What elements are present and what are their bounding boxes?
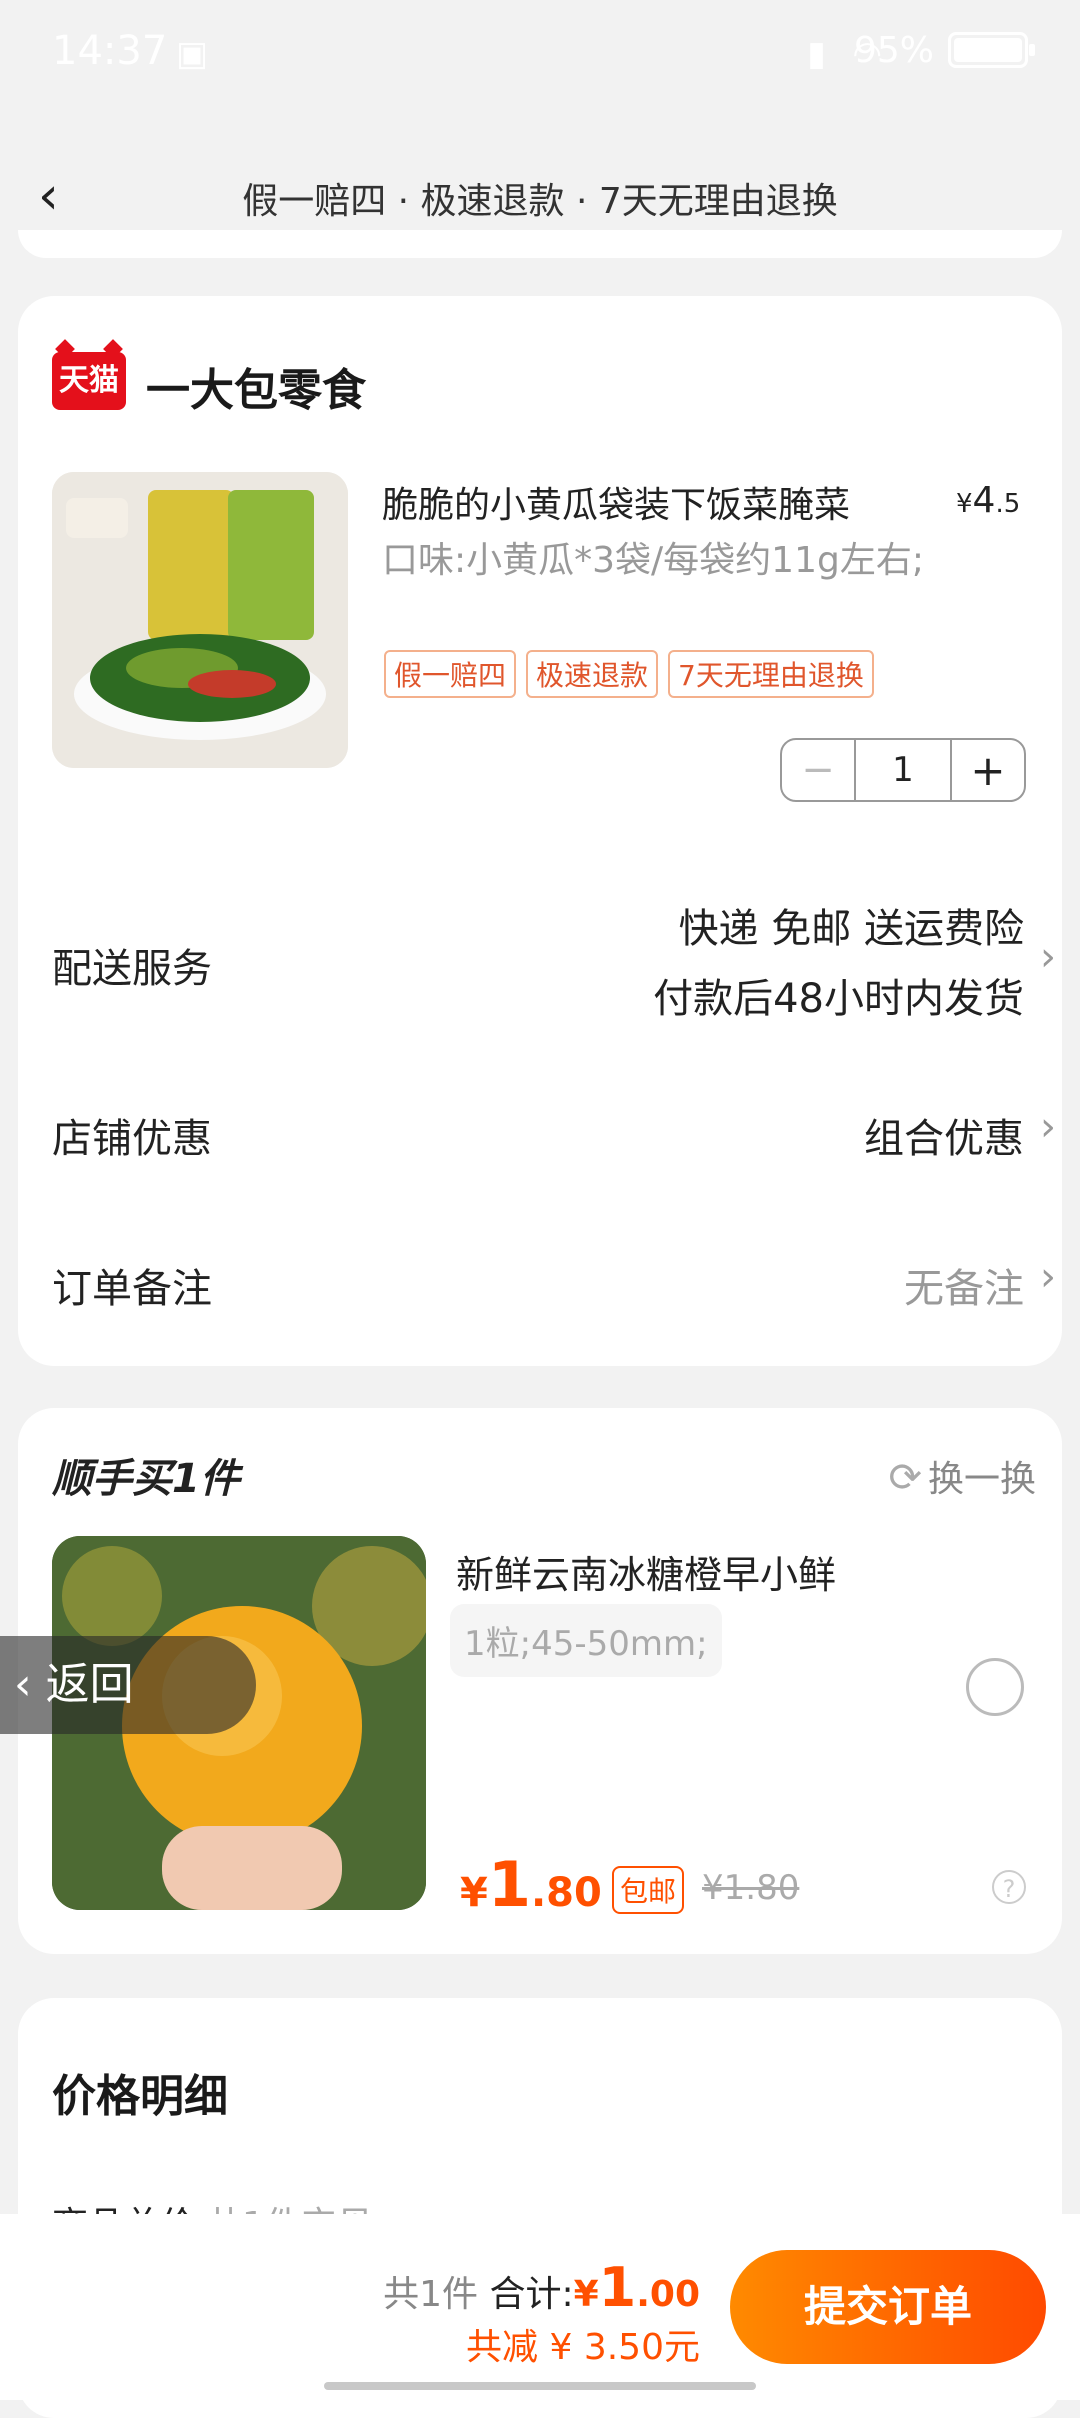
product-image[interactable] [52, 472, 348, 768]
notification-icon: ▣ [176, 34, 209, 74]
floating-back-button[interactable]: ‹ 返回 [0, 1636, 256, 1734]
quantity-value[interactable]: 1 [856, 740, 952, 800]
increase-button[interactable]: + [952, 740, 1024, 800]
tmall-logo: 天猫 [52, 352, 126, 410]
addon-original-price: ¥1.80 [702, 1868, 800, 1908]
delivery-line-1[interactable]: 快递 免邮 送运费险 [679, 896, 1024, 954]
service-tag: 假一赔四 [384, 650, 517, 698]
chevron-right-icon[interactable]: › [1040, 1104, 1056, 1150]
shop-name[interactable]: 一大包零食 [146, 354, 366, 418]
decrease-button[interactable]: − [782, 740, 856, 800]
submit-order-button[interactable]: 提交订单 [730, 2250, 1046, 2364]
refresh-icon: ⟳ [888, 1455, 922, 1501]
price-detail-title: 价格明细 [52, 2071, 228, 2122]
free-shipping-tag: 包邮 [612, 1866, 685, 1914]
service-tags: 假一赔四 极速退款 7天无理由退换 [384, 650, 874, 698]
product-spec[interactable]: 口味:小黄瓜*3袋/每袋约11g左右; [382, 534, 942, 588]
sim-icon: ▮ [807, 34, 826, 74]
product-title[interactable]: 脆脆的小黄瓜袋装下饭菜腌菜 [382, 476, 850, 528]
addon-title: 顺手买1件 [52, 1456, 240, 1502]
home-indicator[interactable] [324, 2382, 756, 2390]
swap-button[interactable]: ⟳ 换一换 [888, 1450, 1036, 1502]
order-total: 共1件 合计:¥1.00 [383, 2256, 700, 2319]
status-time: 14:37 [52, 28, 168, 74]
addon-select-radio[interactable] [966, 1658, 1024, 1716]
order-card [18, 296, 1062, 1366]
service-tag: 极速退款 [526, 650, 659, 698]
delivery-label: 配送服务 [52, 946, 212, 992]
battery-icon [948, 32, 1035, 68]
addon-product-spec[interactable]: 1粒;45-50mm; [450, 1604, 722, 1677]
quantity-stepper: − 1 + [780, 738, 1026, 802]
shop-discount-value[interactable]: 组合优惠 [864, 1106, 1024, 1164]
service-tag: 7天无理由退换 [668, 650, 874, 698]
order-note-label: 订单备注 [52, 1266, 212, 1312]
delivery-line-2[interactable]: 付款后48小时内发货 [653, 966, 1024, 1024]
total-savings: 共减 ¥ 3.50元 [466, 2327, 700, 2368]
addon-product-name[interactable]: 新鲜云南冰糖橙早小鲜 [456, 1544, 836, 1599]
chevron-right-icon[interactable]: › [1040, 934, 1056, 980]
battery-percent: 95% [853, 30, 934, 71]
product-price: ¥4.5 [956, 480, 1021, 521]
guarantee-banner: 假一赔四 · 极速退款 · 7天无理由退换 [242, 181, 838, 222]
addon-price: ¥1.80 [460, 1848, 602, 1921]
chevron-right-icon[interactable]: › [1040, 1254, 1056, 1300]
help-icon[interactable]: ? [992, 1870, 1026, 1904]
order-note-value[interactable]: 无备注 [904, 1256, 1024, 1314]
card-edge [18, 230, 1062, 258]
shop-discount-label: 店铺优惠 [52, 1116, 212, 1162]
